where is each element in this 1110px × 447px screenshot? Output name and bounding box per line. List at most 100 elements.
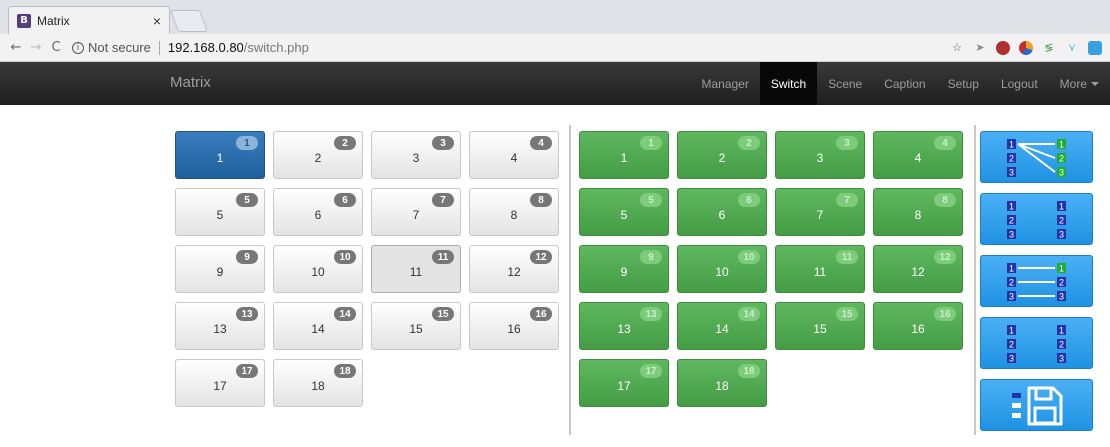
extension-pie-icon[interactable] [1019, 40, 1033, 55]
tab-close-icon[interactable]: × [153, 13, 161, 29]
output-button-13[interactable]: 13 13 [579, 302, 669, 350]
extension-icons: ☆ ➤ ≶ ⋎ [950, 40, 1102, 55]
one-to-all-icon: 1 2 3 1 2 3 [1007, 139, 1066, 178]
menu-manager[interactable]: Manager [690, 62, 759, 105]
output-badge-8: 8 [934, 193, 956, 207]
input-button-12[interactable]: 12 12 [469, 245, 559, 293]
extension-translate-icon[interactable]: ≶ [1042, 41, 1056, 55]
output-label-11: 11 [813, 265, 827, 279]
preset-disconnect-button[interactable]: 1 2 3 1 2 3 [980, 193, 1093, 245]
output-badge-10: 10 [738, 250, 760, 264]
input-label-17: 17 [213, 379, 227, 393]
extension-blue-icon[interactable] [1088, 40, 1102, 55]
output-label-6: 6 [718, 208, 726, 222]
output-button-16[interactable]: 16 16 [873, 302, 963, 350]
divider-inputs-outputs [569, 125, 571, 435]
input-button-2[interactable]: 22 [273, 131, 363, 179]
input-button-9[interactable]: 99 [175, 245, 265, 293]
output-button-11[interactable]: 11 11 [775, 245, 865, 293]
preset-one-to-all-button[interactable]: 1 2 3 1 2 3 [980, 131, 1093, 183]
preset4-in-1: 1 [1009, 326, 1014, 336]
output-badge-12: 12 [934, 250, 956, 264]
extension-bird-icon[interactable]: ⋎ [1065, 41, 1079, 55]
menu-more[interactable]: More [1049, 62, 1110, 105]
menu-setup[interactable]: Setup [937, 62, 990, 105]
save-preset-button[interactable] [980, 379, 1093, 431]
star-icon[interactable]: ☆ [950, 41, 964, 55]
preset-one-to-one-button[interactable]: 1 2 3 1 2 3 [980, 255, 1093, 307]
input-label-3: 3 [412, 151, 420, 165]
preset-clear-button[interactable]: 1 2 3 1 2 3 [980, 317, 1093, 369]
input-button-10[interactable]: 10 10 [273, 245, 363, 293]
new-tab-button[interactable] [169, 10, 209, 32]
output-button-2[interactable]: 22 [677, 131, 767, 179]
input-badge-8: 8 [530, 193, 552, 207]
output-button-10[interactable]: 10 10 [677, 245, 767, 293]
info-icon[interactable]: i [72, 41, 84, 54]
browser-tab[interactable]: B Matrix × [8, 6, 170, 34]
input-button-18[interactable]: 18 18 [273, 359, 363, 407]
output-label-15: 15 [813, 322, 827, 336]
preset3-out-1: 1 [1059, 264, 1064, 274]
input-button-13[interactable]: 13 13 [175, 302, 265, 350]
output-button-4[interactable]: 44 [873, 131, 963, 179]
input-label-5: 5 [216, 208, 224, 222]
one-to-one-icon: 1 2 3 1 2 3 [1007, 263, 1066, 302]
unlinked-icon: 1 2 3 1 2 3 [1007, 201, 1066, 240]
output-button-9[interactable]: 99 [579, 245, 669, 293]
input-button-8[interactable]: 88 [469, 188, 559, 236]
output-label-17: 17 [617, 379, 631, 393]
preset3-in-1: 1 [1009, 264, 1014, 274]
menu-logout[interactable]: Logout [990, 62, 1049, 105]
brand-title[interactable]: Matrix [170, 74, 211, 91]
input-label-15: 15 [409, 322, 423, 336]
input-button-1[interactable]: 11 [175, 131, 265, 179]
input-badge-10: 10 [334, 250, 356, 264]
input-button-5[interactable]: 55 [175, 188, 265, 236]
output-button-1[interactable]: 11 [579, 131, 669, 179]
menu-switch[interactable]: Switch [759, 62, 818, 105]
back-arrow-icon[interactable]: ← [6, 40, 26, 55]
output-badge-14: 14 [738, 307, 760, 321]
output-label-14: 14 [715, 322, 729, 336]
output-badge-7: 7 [836, 193, 858, 207]
output-button-15[interactable]: 15 15 [775, 302, 865, 350]
unlinked-icon: 1 2 3 1 2 3 [1007, 325, 1066, 364]
output-button-7[interactable]: 77 [775, 188, 865, 236]
output-badge-6: 6 [738, 193, 760, 207]
input-button-16[interactable]: 16 16 [469, 302, 559, 350]
address-bar[interactable]: i Not secure 192.168.0.80/switch.php [72, 37, 950, 59]
preset3-out-2: 2 [1059, 278, 1064, 288]
output-button-18[interactable]: 18 18 [677, 359, 767, 407]
menu-caption[interactable]: Caption [873, 62, 936, 105]
output-label-5: 5 [620, 208, 628, 222]
output-button-5[interactable]: 55 [579, 188, 669, 236]
input-button-6[interactable]: 66 [273, 188, 363, 236]
input-button-11[interactable]: 11 11 [371, 245, 461, 293]
output-button-14[interactable]: 14 14 [677, 302, 767, 350]
output-button-3[interactable]: 33 [775, 131, 865, 179]
output-button-12[interactable]: 12 12 [873, 245, 963, 293]
preset2-out-1: 1 [1059, 202, 1064, 212]
output-button-17[interactable]: 17 17 [579, 359, 669, 407]
preset1-in-1: 1 [1009, 140, 1014, 150]
output-label-8: 8 [914, 208, 922, 222]
input-button-3[interactable]: 33 [371, 131, 461, 179]
output-button-6[interactable]: 66 [677, 188, 767, 236]
input-button-4[interactable]: 44 [469, 131, 559, 179]
reload-icon[interactable]: C [46, 40, 66, 55]
input-label-18: 18 [311, 379, 325, 393]
forward-arrow-icon[interactable]: → [26, 40, 46, 55]
extension-red-icon[interactable] [996, 40, 1010, 55]
output-button-8[interactable]: 88 [873, 188, 963, 236]
preset1-out-1: 1 [1059, 140, 1064, 150]
input-label-12: 12 [507, 265, 521, 279]
input-button-17[interactable]: 17 17 [175, 359, 265, 407]
input-button-15[interactable]: 15 15 [371, 302, 461, 350]
extension-arrow-icon[interactable]: ➤ [973, 41, 987, 55]
output-badge-13: 13 [640, 307, 662, 321]
input-button-7[interactable]: 77 [371, 188, 461, 236]
preset2-in-1: 1 [1009, 202, 1014, 212]
input-button-14[interactable]: 14 14 [273, 302, 363, 350]
menu-scene[interactable]: Scene [817, 62, 873, 105]
